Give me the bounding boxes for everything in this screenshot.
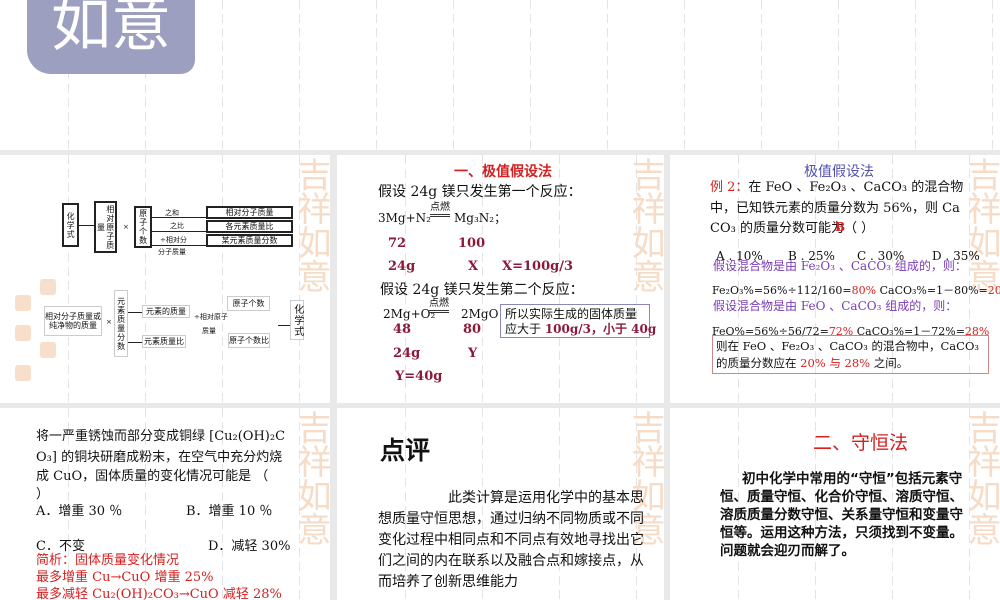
question-line: O₃] 的铜块研磨成粉末，在空气中充分灼烧: [36, 450, 283, 465]
box-elem-mass-frac: 元素质量分数: [114, 290, 128, 357]
box-mol-mass: 相对分子质量: [206, 206, 293, 219]
value: 24g: [388, 259, 416, 274]
watermark-logo: 吉祥如意: [291, 157, 330, 293]
slide-body: 此类计算是运用化学中的基本思想质量守恒思想，通过归纳不同物质或不同变化过程中相同…: [378, 490, 644, 590]
calc-result: 80%: [851, 284, 877, 297]
box-atom-num: 原子个数: [227, 296, 270, 311]
conclusion-line: 的质量分数应在 20% 与 28% 之间。: [716, 356, 909, 370]
slide-body: 初中化学中常用的“守恒”包括元素守恒、质量守恒、化合价守恒、溶质守恒、溶质质量分…: [720, 471, 963, 559]
box-elem-mass-ratio: 元素质量比: [142, 335, 186, 348]
value: 80: [463, 322, 482, 337]
slide-title: 二、守恒法: [813, 432, 909, 454]
condition: 点燃: [430, 203, 450, 217]
question-line: 中，已知铁元素的质量分数为 56%，则 Ca: [710, 201, 960, 216]
note-part: 100g/3，小于 40g: [544, 322, 657, 336]
equation: 3Mg+N₂: [378, 211, 431, 225]
box-formula-2: 化学式: [290, 300, 304, 340]
conclusion-line: 则在 FeO 、Fe₂O₃ 、CaCO₃ 的混合物中，CaCO₃: [716, 339, 979, 353]
slide-5[interactable]: 吉祥如意 点评 此类计算是运用化学中的基本思想质量守恒思想，通过归纳不同物质或不…: [337, 408, 664, 600]
value: 24g: [393, 346, 421, 361]
assumption: 假设混合物是由 FeO 、CaCO₃ 组成的，则：: [713, 299, 958, 313]
value: X: [468, 259, 479, 274]
stamp-decoration: [40, 279, 56, 295]
note-text: 所以实际生成的固体质量: [505, 307, 638, 321]
stamp-decoration: [40, 342, 56, 358]
value: X=100g/3: [502, 259, 573, 274]
div-atomic-label: ÷相对原子: [194, 313, 228, 321]
note-text: 应大于 100g/3，小于 40g: [505, 323, 656, 335]
slide-6[interactable]: 吉祥如意 二、守恒法 初中化学中常用的“守恒”包括元素守恒、质量守恒、化合价守恒…: [670, 408, 1000, 600]
value: 48: [393, 322, 412, 337]
analysis-line: 简析：固体质量变化情况: [36, 553, 180, 568]
question-text: 在 FeO 、Fe₂O₃ 、CaCO₃ 的混合物: [748, 180, 964, 195]
option-a[interactable]: A．增重 30 ％: [36, 505, 122, 518]
box-elem-ratio: 各元素质量比: [206, 220, 293, 233]
calc-line: Fe₂O₃%=56%÷112/160=80% CaCO₃%=1－80%=20%: [712, 285, 1000, 296]
logo-stamp: 如意: [27, 0, 195, 74]
slide-2[interactable]: 吉祥如意 一、极值假设法 假设 24g 镁只发生第一个反应： 3Mg+N₂ 点燃…: [337, 155, 664, 403]
box-rel-atomic-mass: 相对原子质量: [94, 201, 117, 253]
slide-title: 点评: [380, 436, 431, 465]
calc-part: CaCO₃%=1－80%=: [876, 284, 988, 297]
option-d[interactable]: D．减轻 30%: [208, 540, 290, 553]
conclusion-range: 20% 与 28%: [800, 356, 871, 370]
slide-title: 极值假设法: [804, 164, 874, 180]
value: Y: [468, 346, 478, 361]
question-line: ）: [36, 487, 50, 502]
value: Y=40g: [395, 369, 443, 384]
watermark-logo: 吉祥如意: [961, 157, 1000, 293]
option-c[interactable]: C．不变: [36, 540, 85, 553]
question-line: 将一严重锈蚀而部分变成铜绿 [Cu₂(OH)₂C: [36, 429, 286, 444]
box-atom-count: 原子个数: [134, 206, 152, 248]
question-line: CO₃ 的质量分数可能为（ ）: [710, 221, 875, 236]
edge-div2: 分子质量: [158, 248, 186, 256]
times-sign: ×: [123, 223, 129, 231]
edge-div: ÷相对分: [160, 236, 187, 244]
slide-partial-top[interactable]: 如意: [0, 0, 1000, 150]
slide-1[interactable]: 吉祥如意 化学式 相对原子质量 × 原子个数 之和 之比 ÷相对分 分子质量 相…: [0, 155, 330, 403]
box-elem-frac: 某元素质量分数: [206, 234, 293, 247]
value: 100: [458, 236, 486, 251]
box-elem-mass: 元素的质量: [142, 305, 190, 318]
answer-mark: B: [835, 220, 846, 234]
stamp-decoration: [15, 365, 31, 381]
slide-3[interactable]: 吉祥如意 极值假设法 例 2：在 FeO 、Fe₂O₃ 、CaCO₃ 的混合物 …: [670, 155, 1000, 403]
stamp-decoration: [15, 295, 31, 311]
stamp-decoration: [15, 325, 31, 341]
example-label: 例 2：: [710, 180, 749, 195]
conclusion-part: 的质量分数应在: [716, 356, 801, 370]
watermark-logo: 吉祥如意: [625, 157, 664, 293]
equation: 2MgO: [461, 307, 499, 321]
slide-title: 一、极值假设法: [454, 164, 552, 180]
watermark-logo: 吉祥如意: [291, 410, 330, 546]
value: 72: [388, 236, 407, 251]
times-sign-2: ×: [106, 318, 112, 326]
note-part: 应大于: [505, 322, 545, 336]
option-b[interactable]: B．增重 10 ％: [186, 505, 272, 518]
calc-part: Fe₂O₃%=56%÷112/160=: [712, 284, 852, 297]
box-atom-num-ratio: 原子个数比: [228, 333, 270, 348]
condition: 点燃: [429, 299, 449, 313]
equation: 2Mg+O₂: [383, 307, 436, 321]
edge-ratio: 之比: [170, 222, 184, 230]
assumption: 假设混合物是由 Fe₂O₃ 、CaCO₃ 组成的，则：: [713, 259, 967, 273]
analysis-line: 最多增重 Cu→CuO 增重 25%: [36, 570, 214, 585]
calc-result: 20%: [987, 284, 1000, 297]
box-chem-formula: 化学式: [62, 203, 79, 247]
question-line: 例 2：在 FeO 、Fe₂O₃ 、CaCO₃ 的混合物: [710, 181, 963, 194]
analysis-line: 最多减轻 Cu₂(OH)₂CO₃→CuO 减轻 28%: [36, 587, 282, 600]
div-atomic-label-2: 质量: [202, 327, 216, 335]
conclusion-part: 之间。: [870, 356, 909, 370]
equation: Mg₃N₂；: [454, 211, 507, 225]
text-line: 假设 24g 镁只发生第一个反应：: [378, 184, 582, 200]
slide-4[interactable]: 吉祥如意 将一严重锈蚀而部分变成铜绿 [Cu₂(OH)₂C O₃] 的铜块研磨成…: [0, 408, 330, 600]
box-mol-mass-pure: 相对分子质量或纯净物的质量: [44, 306, 102, 336]
text-line: 假设 24g 镁只发生第二个反应：: [380, 282, 584, 298]
question-line: 成 CuO，固体质量的变化情况可能是 （: [36, 469, 269, 484]
